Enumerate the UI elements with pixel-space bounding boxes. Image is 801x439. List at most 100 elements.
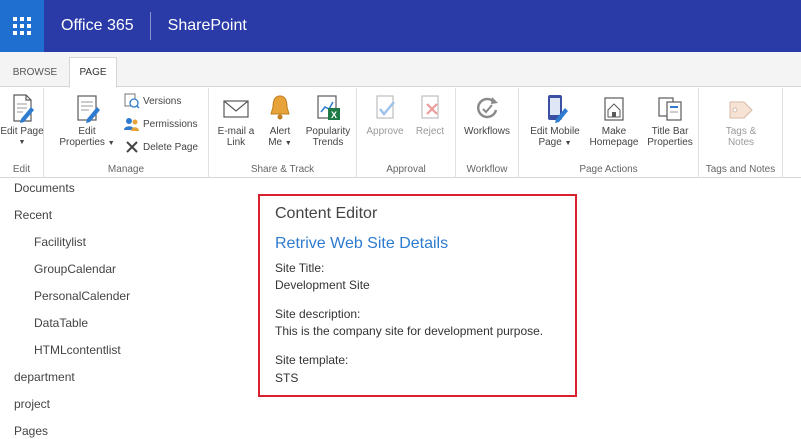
make-homepage-button[interactable]: Make Homepage	[587, 92, 641, 148]
edit-properties-label-2: Properties	[59, 137, 105, 148]
site-template-label: Site template:	[275, 353, 349, 367]
ribbon-group-edit: Edit Page ▼ Edit	[0, 88, 44, 178]
ribbon-group-tags-notes: Tags & Notes Tags and Notes	[699, 88, 783, 178]
edit-page-label: Edit Page	[0, 126, 44, 137]
homepage-icon	[604, 97, 624, 121]
alert-me-label-2: Me	[268, 137, 283, 148]
tags-notes-button[interactable]: Tags & Notes	[712, 92, 770, 148]
ribbon-group-workflow: Workflows Workflow	[456, 88, 519, 178]
webpart-heading: Retrive Web Site Details	[275, 235, 449, 252]
edit-mobile-page-label-2: Page	[538, 137, 562, 148]
reject-label: Reject	[415, 126, 445, 137]
approve-icon	[376, 95, 395, 119]
content-editor-webpart: Content Editor Retrive Web Site Details …	[258, 194, 577, 397]
chevron-down-icon: ▼	[107, 140, 115, 147]
group-label-page-actions: Page Actions	[579, 164, 638, 175]
ribbon-group-page-actions: Edit Mobile Page ▼ Make Homepage Title B…	[519, 88, 699, 178]
ribbon-group-manage: Edit Properties ▼ Versions Permissions D…	[44, 88, 209, 178]
bell-icon	[270, 95, 290, 120]
make-homepage-label-2: Homepage	[589, 137, 639, 148]
tab-browse[interactable]: BROWSE	[5, 57, 65, 88]
nav-item-recent[interactable]: Recent	[14, 208, 52, 222]
permissions-button[interactable]: Permissions	[124, 116, 197, 132]
nav-item-htmlcontentlist[interactable]: HTMLcontentlist	[34, 343, 121, 357]
edit-properties-button[interactable]: Edit Properties ▼	[57, 92, 117, 149]
workflows-button[interactable]: Workflows	[458, 92, 516, 137]
approve-label: Approve	[366, 126, 404, 137]
site-description-value: This is the company site for development…	[275, 324, 544, 338]
email-link-label-1: E-mail a	[217, 126, 255, 137]
nav-item-groupcalendar[interactable]: GroupCalendar	[34, 262, 116, 276]
delete-icon	[126, 141, 138, 153]
popularity-trends-button[interactable]: X Popularity Trends	[301, 92, 355, 148]
reject-icon	[421, 95, 439, 119]
versions-icon	[124, 93, 140, 109]
webpart-title: Content Editor	[275, 205, 378, 222]
excel-trends-icon: X	[317, 95, 340, 120]
edit-page-button[interactable]: Edit Page ▼	[0, 92, 44, 148]
mobile-page-icon	[548, 95, 568, 123]
group-label-workflow: Workflow	[466, 164, 508, 175]
office365-brand-link[interactable]: Office 365	[44, 0, 150, 52]
tags-notes-label-1: Tags &	[725, 126, 757, 137]
email-link-button[interactable]: E-mail a Link	[214, 92, 258, 148]
nav-item-datatable[interactable]: DataTable	[34, 316, 88, 330]
group-label-tags-notes: Tags and Notes	[705, 164, 776, 175]
tags-notes-label-2: Notes	[727, 137, 755, 148]
site-title-value: Development Site	[275, 278, 370, 292]
permissions-label: Permissions	[143, 118, 198, 130]
edit-mobile-page-button[interactable]: Edit Mobile Page ▼	[523, 92, 587, 149]
nav-item-pages[interactable]: Pages	[14, 424, 48, 438]
group-label-share-track: Share & Track	[250, 164, 315, 175]
tab-page[interactable]: PAGE	[69, 57, 117, 88]
workflows-label: Workflows	[464, 126, 510, 137]
popularity-trends-label-2: Trends	[312, 137, 344, 148]
nav-item-documents[interactable]: Documents	[14, 181, 75, 195]
edit-page-icon	[13, 94, 34, 123]
ribbon-tabs: BROWSE PAGE	[0, 52, 801, 88]
email-link-label-2: Link	[226, 137, 246, 148]
group-label-manage: Manage	[107, 164, 145, 175]
ribbon-group-share-track: E-mail a Link Alert Me ▼ X Popularity Tr…	[209, 88, 357, 178]
chevron-down-icon: ▼	[564, 140, 572, 147]
versions-label: Versions	[143, 95, 182, 107]
workflow-icon	[476, 97, 498, 119]
reject-button[interactable]: Reject	[411, 92, 449, 137]
approve-button[interactable]: Approve	[363, 92, 407, 137]
site-description-label: Site description:	[275, 307, 361, 321]
svg-text:X: X	[331, 110, 337, 120]
group-label-approval: Approval	[386, 164, 426, 175]
nav-item-facilitylist[interactable]: Facilitylist	[34, 235, 86, 249]
chevron-down-icon: ▼	[284, 140, 292, 147]
nav-item-personalcalender[interactable]: PersonalCalender	[34, 289, 130, 303]
alert-me-label-1: Alert	[269, 126, 291, 137]
ribbon-group-approval: Approve Reject Approval	[357, 88, 456, 178]
title-bar-properties-label-1: Title Bar	[651, 126, 689, 137]
nav-item-project[interactable]: project	[14, 397, 50, 411]
delete-page-button[interactable]: Delete Page	[124, 139, 198, 155]
sharepoint-app-link[interactable]: SharePoint	[151, 17, 247, 35]
app-launcher-button[interactable]	[0, 0, 44, 52]
delete-page-label: Delete Page	[143, 141, 199, 153]
edit-properties-label-1: Edit	[78, 126, 96, 137]
edit-properties-icon	[77, 95, 100, 123]
tag-icon	[729, 101, 753, 119]
popularity-trends-label-1: Popularity	[305, 126, 351, 137]
suite-bar: Office 365 SharePoint	[0, 0, 801, 52]
chevron-down-icon: ▼	[18, 139, 26, 146]
title-bar-properties-label-2: Properties	[647, 137, 693, 148]
ribbon: Edit Page ▼ Edit Edit Properties ▼ Versi…	[0, 88, 801, 178]
versions-button[interactable]: Versions	[124, 93, 181, 109]
title-bar-properties-button[interactable]: Title Bar Properties	[643, 92, 697, 148]
nav-item-department[interactable]: department	[14, 370, 75, 384]
group-label-edit: Edit	[12, 164, 31, 175]
title-bar-properties-icon	[658, 97, 682, 121]
alert-me-button[interactable]: Alert Me ▼	[262, 92, 298, 149]
site-title-label: Site Title:	[275, 261, 325, 275]
site-template-value: STS	[275, 371, 299, 385]
waffle-icon	[13, 17, 31, 35]
permissions-icon	[124, 118, 139, 131]
make-homepage-label-1: Make	[601, 126, 627, 137]
edit-mobile-page-label-1: Edit Mobile	[530, 126, 580, 137]
envelope-icon	[223, 100, 249, 118]
